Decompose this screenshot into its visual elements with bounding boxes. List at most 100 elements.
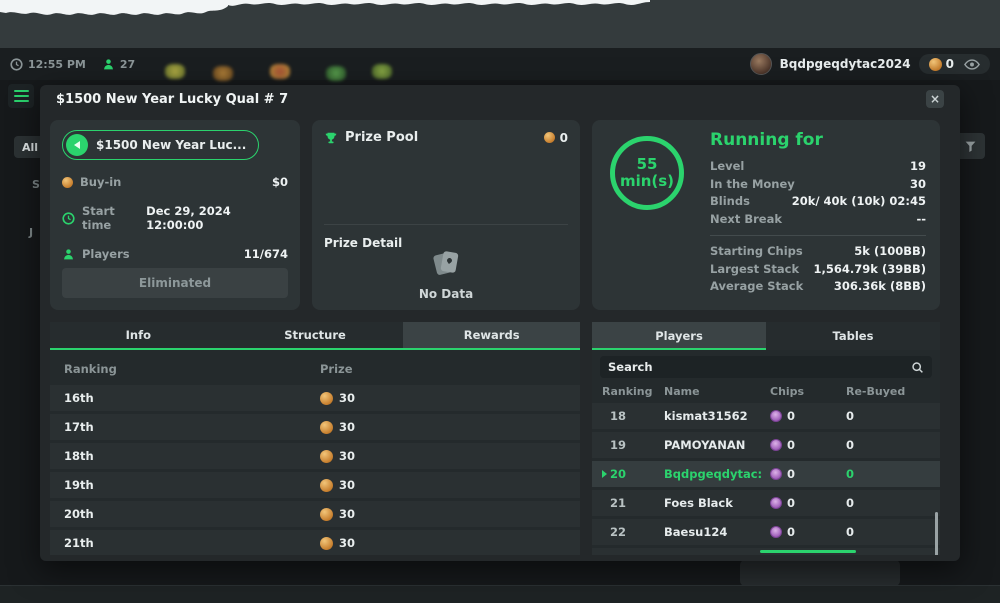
clock-icon — [10, 58, 23, 71]
top-banner — [0, 0, 1000, 48]
tab[interactable]: Rewards — [403, 322, 580, 348]
money-decoration-icon — [372, 64, 392, 79]
online-stat: 27 — [102, 58, 135, 71]
stack-row: Average Stack 306.36k (8BB) — [710, 278, 926, 296]
current-player-marker — [602, 470, 607, 478]
status-eliminated-button[interactable]: Eliminated — [62, 268, 288, 298]
close-button[interactable]: × — [926, 90, 944, 108]
players-table-row: 22 Baesu124 0 0 — [592, 519, 940, 545]
players-row: Players 11/674 — [62, 247, 288, 261]
players-scrollbar[interactable] — [935, 512, 938, 555]
rewards-table-header: Ranking Prize — [50, 356, 580, 382]
divider — [324, 224, 568, 225]
tournament-overview-card: $1500 New Year Luc... Buy-in $0 Start ti… — [50, 120, 300, 310]
running-timer: 55 min(s) — [610, 136, 684, 210]
buyin-row: Buy-in $0 — [62, 175, 288, 189]
balance-pill[interactable]: 0 — [919, 54, 990, 74]
money-decoration-icon — [326, 66, 346, 81]
rewards-table-row: 17th 30 — [50, 414, 580, 440]
user-avatar[interactable] — [750, 53, 772, 75]
prize-pool-card: Prize Pool 0 Prize Detail No Data — [312, 120, 580, 310]
background-column-letter: S — [32, 178, 40, 191]
snow-decoration — [0, 0, 1000, 20]
coin-icon — [320, 421, 333, 434]
no-data-text: No Data — [312, 287, 580, 301]
tab[interactable]: Tables — [766, 322, 940, 350]
tab[interactable]: Structure — [227, 322, 404, 348]
tournament-back-icon — [66, 134, 88, 156]
tournament-pill[interactable]: $1500 New Year Luc... — [62, 130, 259, 160]
money-decoration-icon — [213, 66, 233, 81]
username[interactable]: Bqdpgeqdytac2024 — [780, 57, 911, 71]
status-row: Blinds 20k/ 40k (10k) 02:45 — [710, 193, 926, 211]
eye-icon[interactable] — [964, 59, 980, 70]
running-status-card: 55 min(s) Running for Level 19 In the Mo… — [592, 120, 940, 310]
search-input[interactable] — [608, 360, 911, 374]
chip-icon — [770, 468, 782, 480]
search-icon — [911, 361, 924, 374]
coin-icon — [320, 450, 333, 463]
timer-unit: min(s) — [620, 173, 674, 190]
players-table-body: 18 kismat31562 0 0 19 PAMOYANAN 0 0 20 B… — [592, 403, 940, 555]
tab[interactable]: Info — [50, 322, 227, 348]
rewards-table-row: 16th 30 — [50, 385, 580, 411]
rewards-panel: Info Structure Rewards Ranking Prize 16t… — [50, 322, 580, 555]
tournament-pill-label: $1500 New Year Luc... — [96, 138, 246, 152]
background-button — [740, 560, 900, 586]
chip-icon — [770, 439, 782, 451]
clock-stat: 12:55 PM — [10, 58, 86, 71]
players-table-row: 18 kismat31562 0 0 — [592, 403, 940, 429]
stack-row: Largest Stack 1,564.79k (39BB) — [710, 261, 926, 279]
coin-icon — [544, 132, 555, 143]
funnel-icon — [964, 140, 977, 153]
coin-balance: 0 — [946, 57, 954, 71]
coin-icon — [62, 177, 73, 188]
players-table-row: 20 Bqdpgeqdytac: 0 0 — [592, 461, 940, 487]
modal-title: $1500 New Year Lucky Qual # 7 — [56, 92, 288, 107]
tournament-modal: $1500 New Year Lucky Qual # 7 × $1500 Ne… — [40, 85, 960, 561]
rewards-table-row: 21th 30 — [50, 530, 580, 555]
players-online-icon — [102, 58, 115, 71]
player-search[interactable] — [600, 356, 932, 378]
modal-header: $1500 New Year Lucky Qual # 7 × — [40, 85, 960, 113]
tab[interactable]: Players — [592, 322, 766, 350]
coin-icon — [929, 58, 942, 71]
buyin-value: $0 — [272, 175, 288, 189]
rewards-tabbar: Info Structure Rewards — [50, 322, 580, 350]
timer-value: 55 — [637, 156, 658, 173]
chip-icon — [770, 497, 782, 509]
coin-icon — [320, 537, 333, 550]
rewards-table-row: 18th 30 — [50, 443, 580, 469]
trophy-icon — [324, 131, 338, 145]
current-time: 12:55 PM — [28, 58, 86, 71]
menu-button[interactable] — [8, 84, 34, 108]
prize-detail-title: Prize Detail — [324, 236, 402, 250]
start-time-value: Dec 29, 2024 12:00:00 — [146, 204, 288, 232]
divider — [710, 235, 926, 236]
coin-icon — [320, 392, 333, 405]
status-row: In the Money 30 — [710, 176, 926, 194]
prize-pool-value: 0 — [560, 131, 568, 145]
running-for-heading: Running for — [710, 130, 926, 150]
empty-cards-icon — [433, 250, 459, 278]
online-count: 27 — [120, 58, 135, 71]
players-panel: Players Tables Ranking Name Chips Re-Buy… — [592, 322, 940, 555]
background-column-letter: J — [29, 226, 33, 239]
prize-header: Prize — [320, 362, 353, 376]
players-horizontal-scrollbar[interactable] — [760, 550, 856, 553]
coin-icon — [320, 479, 333, 492]
stack-row: Starting Chips 5k (100BB) — [710, 243, 926, 261]
players-table-header: Ranking Name Chips Re-Buyed — [592, 382, 940, 400]
players-count-value: 11/674 — [244, 247, 288, 261]
chip-icon — [770, 410, 782, 422]
stack-rows: Starting Chips 5k (100BB) Largest Stack … — [710, 243, 926, 296]
clock-icon — [62, 212, 75, 225]
money-decoration-icon — [165, 64, 185, 79]
prize-pool-title: Prize Pool — [345, 130, 418, 145]
page-bottom-strip — [0, 585, 1000, 603]
ranking-header: Ranking — [50, 362, 320, 376]
rewards-table-body: 16th 30 17th 30 18th — [50, 385, 580, 555]
players-tabbar: Players Tables — [592, 322, 940, 350]
start-time-row: Start time Dec 29, 2024 12:00:00 — [62, 204, 288, 232]
status-row: Level 19 — [710, 158, 926, 176]
